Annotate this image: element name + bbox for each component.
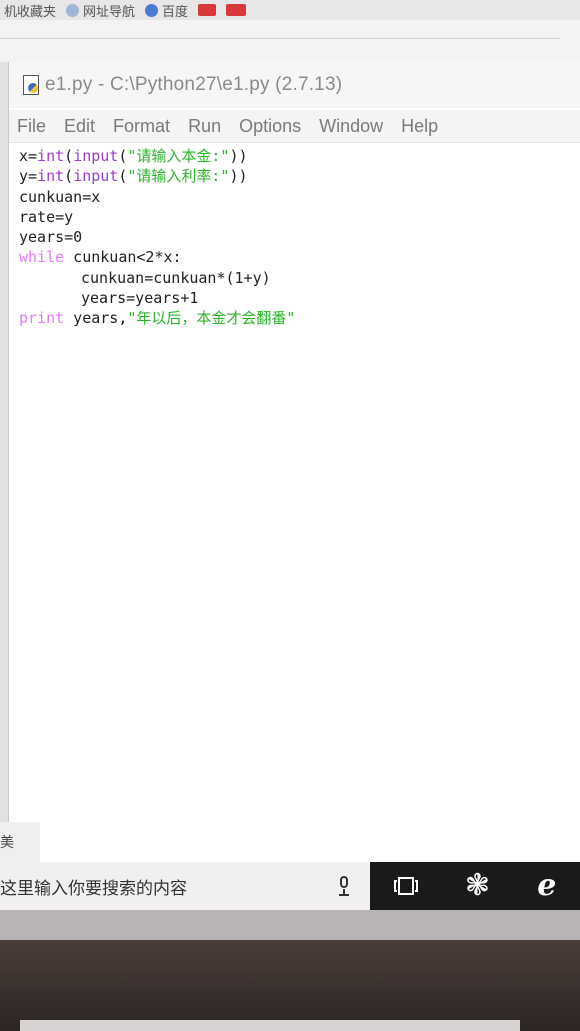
taskbar-search-box[interactable]: 这里输入你要搜索的内容 — [0, 862, 370, 910]
code-line-1: x=int(input("请输入本金:")) — [9, 146, 580, 166]
baidu-paw-icon — [145, 3, 159, 17]
mic-cap — [340, 876, 348, 888]
task-view-frame — [397, 877, 414, 895]
mic-base — [339, 894, 349, 896]
code-token-builtin: int — [37, 167, 65, 186]
code-line-4: rate=y — [19, 207, 74, 226]
menu-window[interactable]: Window — [319, 116, 383, 137]
desk-strip — [20, 1020, 520, 1031]
code-token-keyword: while — [19, 248, 65, 267]
code-line-8: years=years+1 — [81, 289, 199, 308]
taskbar-app-stub[interactable]: 美 — [0, 822, 40, 862]
internet-explorer-icon[interactable]: e — [537, 871, 556, 901]
bookmark-bar: 机收藏夹 网址导航 百度 — [0, 0, 580, 20]
code-editor[interactable]: x=int(input("请输入本金:")) y=int(input("请输入利… — [9, 146, 580, 862]
red-app-icon — [198, 4, 217, 16]
code-token: y= — [19, 167, 38, 186]
code-line-9: print years,"年以后，本金才会翻番" — [9, 308, 580, 328]
code-token: ( — [64, 167, 74, 186]
menu-file[interactable]: File — [17, 116, 46, 137]
search-placeholder: 这里输入你要搜索的内容 — [0, 878, 187, 898]
address-area — [0, 38, 560, 59]
code-token: )) — [229, 167, 248, 186]
code-line-2: y=int(input("请输入利率:")) — [9, 166, 580, 186]
code-token: cunkuan<2*x: — [64, 248, 182, 267]
bookmark-item-red-app[interactable] — [198, 4, 217, 16]
code-line-5: years=0 — [19, 228, 83, 247]
taskbar: 这里输入你要搜索的内容 ❃ e — [0, 862, 580, 910]
code-line-6: while cunkuan<2*x: — [9, 247, 580, 267]
code-token-builtin: int — [37, 147, 65, 165]
background-window-edge — [0, 62, 8, 862]
task-view-icon[interactable] — [393, 877, 418, 895]
title-bar[interactable]: e1.py - C:\Python27\e1.py (2.7.13) — [9, 62, 580, 108]
code-line-7: cunkuan=cunkuan*(1+y) — [81, 268, 271, 287]
menu-help[interactable]: Help — [401, 116, 438, 137]
bookmark-item-baidu[interactable]: 百度 — [145, 1, 188, 20]
globe-icon — [66, 3, 80, 17]
microphone-icon[interactable] — [338, 876, 350, 896]
code-token-builtin: input — [73, 167, 119, 186]
fan-app-icon[interactable]: ❃ — [465, 871, 490, 901]
menu-run[interactable]: Run — [188, 116, 221, 137]
monitor-lower-edge — [0, 910, 580, 940]
code-token: ( — [64, 147, 74, 165]
idle-editor-window: e1.py - C:\Python27\e1.py (2.7.13) File … — [8, 62, 580, 862]
menu-options[interactable]: Options — [239, 116, 301, 137]
code-token: x= — [19, 147, 38, 165]
bookmark-item-label: 网址导航 — [83, 3, 136, 19]
menu-edit[interactable]: Edit — [64, 116, 95, 137]
code-token-keyword: print — [19, 309, 65, 328]
window-title: e1.py - C:\Python27\e1.py (2.7.13) — [45, 74, 343, 95]
monitor-bezel — [0, 940, 580, 1031]
bookmark-item-label: 百度 — [162, 3, 189, 19]
taskbar-stub-label: 美 — [0, 834, 14, 850]
python-logo-shape — [28, 83, 38, 93]
taskbar-tray: ❃ e — [370, 862, 580, 910]
task-view-right — [414, 880, 418, 892]
code-line-3: cunkuan=x — [19, 187, 101, 206]
code-token-string: "请输入利率:" — [127, 167, 230, 186]
bookmark-item-label: 机收藏夹 — [4, 3, 57, 19]
code-token-string: "请输入本金:" — [127, 147, 230, 165]
task-view-left — [393, 880, 397, 892]
python-file-icon — [21, 74, 41, 96]
code-token-builtin: input — [73, 147, 119, 165]
bookmark-item-red-app-2[interactable] — [226, 4, 247, 16]
code-token-string: "年以后，本金才会翻番" — [127, 309, 296, 328]
screen: 机收藏夹 网址导航 百度 e1.py - C:\Python27\e1.py (… — [0, 0, 580, 940]
browser-toolbar — [0, 20, 580, 65]
red-app-icon-2 — [226, 4, 247, 16]
bookmark-item-favorites[interactable]: 机收藏夹 — [4, 1, 56, 20]
code-token: )) — [229, 147, 248, 165]
menu-bar: File Edit Format Run Options Window Help — [9, 110, 580, 143]
bookmark-item-navigation[interactable]: 网址导航 — [66, 1, 135, 20]
menu-format[interactable]: Format — [113, 116, 170, 137]
code-token: years, — [64, 309, 128, 328]
